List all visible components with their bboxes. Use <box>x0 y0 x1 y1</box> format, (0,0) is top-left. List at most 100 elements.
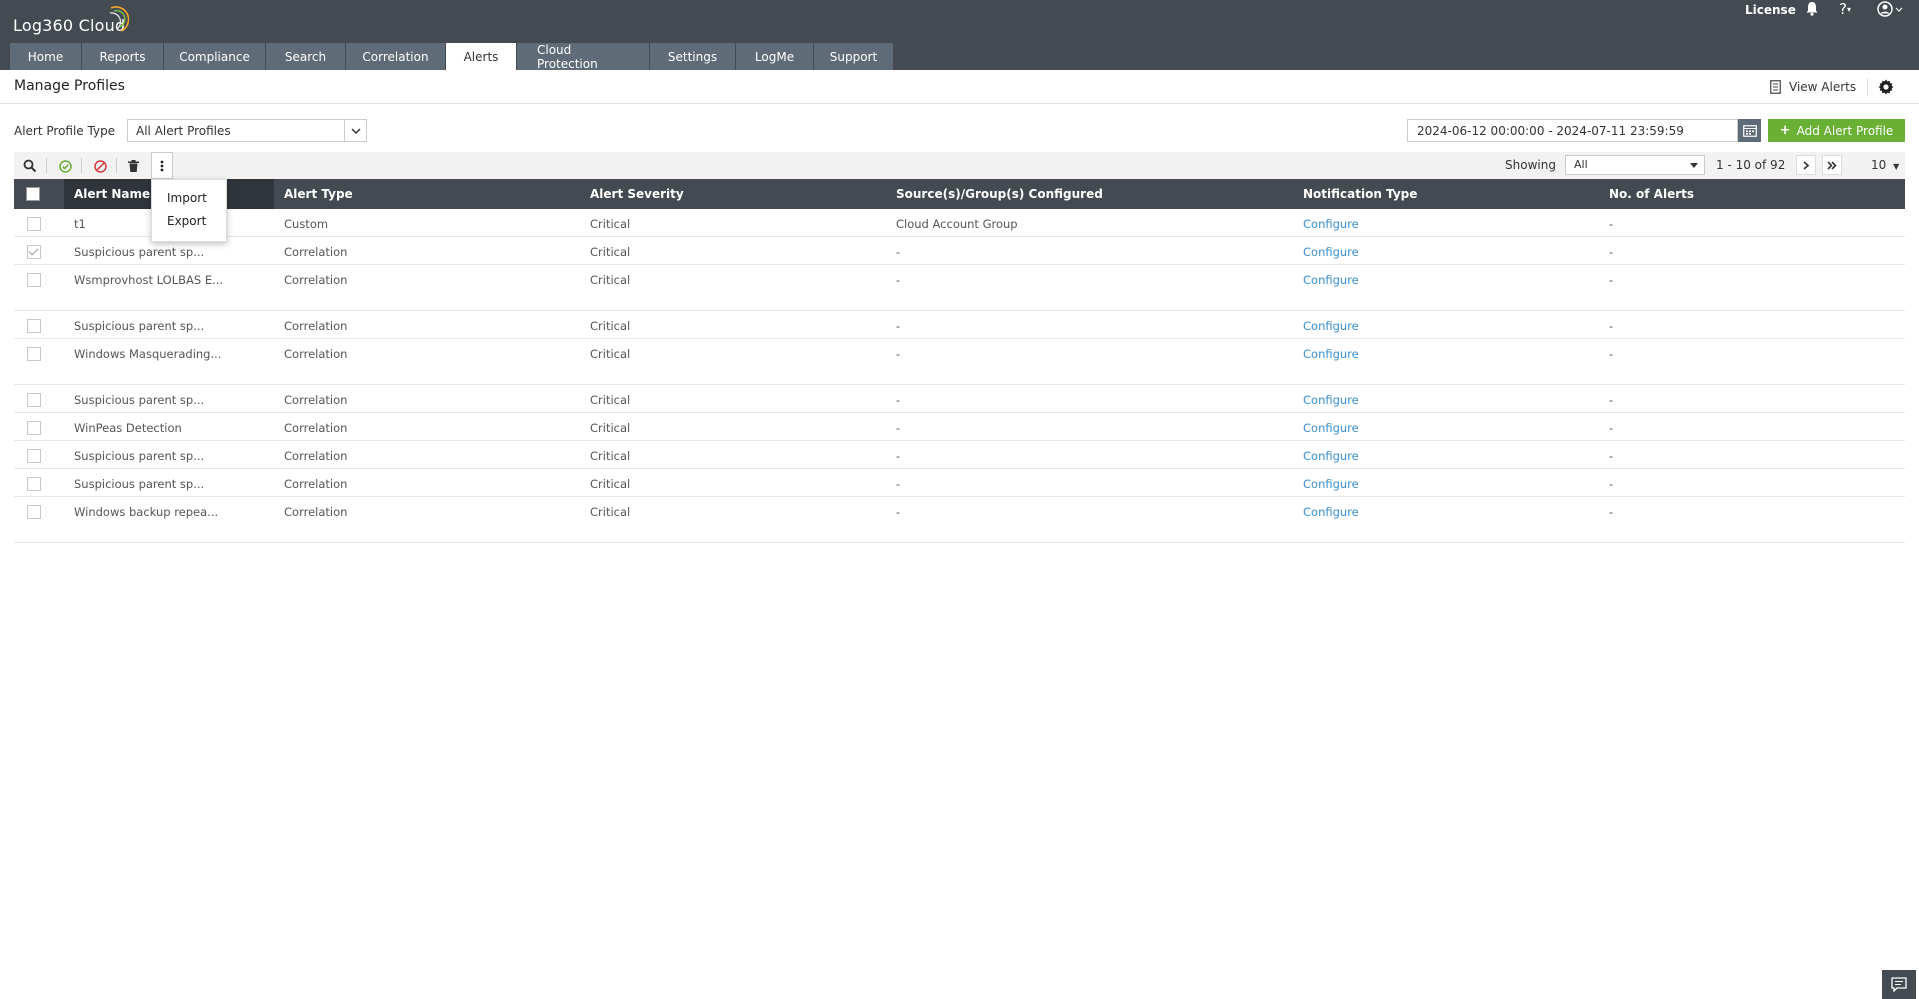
page-header: Manage Profiles View Alerts <box>0 70 1919 104</box>
row-checkbox[interactable] <box>27 421 41 435</box>
alert-name[interactable]: Suspicious parent sp... <box>74 393 204 407</box>
column-header-alert-severity[interactable]: Alert Severity <box>590 179 684 209</box>
chat-button[interactable] <box>1882 970 1916 999</box>
per-page-select[interactable]: 10 ▼ <box>1871 158 1899 172</box>
trash-icon <box>127 160 139 172</box>
configure-link[interactable]: Configure <box>1303 319 1359 333</box>
page-title: Manage Profiles <box>14 78 125 94</box>
add-alert-profile-button[interactable]: + Add Alert Profile <box>1768 119 1905 142</box>
alert-name[interactable]: Suspicious parent sp... <box>74 449 204 463</box>
row-checkbox[interactable] <box>27 217 41 231</box>
menu-item-import[interactable]: Import <box>167 191 207 205</box>
alert-name[interactable]: Suspicious parent sp... <box>74 245 204 259</box>
configure-link[interactable]: Configure <box>1303 393 1359 407</box>
row-checkbox[interactable] <box>27 347 41 361</box>
alert-name[interactable]: Wsmprovhost LOLBAS E... <box>74 273 223 287</box>
row-checkbox[interactable] <box>27 245 41 259</box>
date-range-input[interactable]: 2024-06-12 00:00:00 - 2024-07-11 23:59:5… <box>1407 119 1738 142</box>
configure-link[interactable]: Configure <box>1303 421 1359 435</box>
gear-icon[interactable] <box>1878 79 1894 95</box>
configure-link[interactable]: Configure <box>1303 505 1359 519</box>
alert-severity: Critical <box>590 449 631 463</box>
calendar-button[interactable] <box>1738 119 1761 142</box>
chevron-down-icon[interactable] <box>344 120 366 141</box>
caret-down-icon: ▼ <box>1893 162 1900 171</box>
source-configured: - <box>896 421 901 435</box>
view-alerts-button[interactable]: View Alerts <box>1770 80 1856 94</box>
notification-bell-icon[interactable] <box>1804 1 1820 17</box>
tab-reports[interactable]: Reports <box>82 43 164 70</box>
alert-name[interactable]: Suspicious parent sp... <box>74 477 204 491</box>
help-menu[interactable]: ?▾ <box>1839 0 1851 18</box>
column-header-sources[interactable]: Source(s)/Group(s) Configured <box>896 179 1103 209</box>
alert-profile-type-select[interactable]: All Alert Profiles <box>127 119 367 142</box>
row-checkbox[interactable] <box>27 273 41 287</box>
disable-button[interactable] <box>89 155 111 177</box>
configure-link[interactable]: Configure <box>1303 273 1359 287</box>
alert-type: Custom <box>284 217 329 231</box>
configure-link[interactable]: Configure <box>1303 347 1359 361</box>
source-configured: - <box>896 319 901 333</box>
more-vertical-icon <box>160 160 164 171</box>
tab-home[interactable]: Home <box>10 43 82 70</box>
alert-severity: Critical <box>590 393 631 407</box>
alert-name[interactable]: Suspicious parent sp... <box>74 319 204 333</box>
chevron-down-icon: ▾ <box>1846 5 1851 14</box>
search-filter-button[interactable] <box>19 155 41 177</box>
column-header-notification-type[interactable]: Notification Type <box>1303 179 1417 209</box>
tab-cloud-protection[interactable]: Cloud Protection <box>517 43 650 71</box>
showing-filter-select[interactable]: All <box>1565 155 1705 175</box>
column-header-label: Alert Name <box>74 187 151 201</box>
row-checkbox[interactable] <box>27 505 41 519</box>
alert-type: Correlation <box>284 449 348 463</box>
alert-severity: Critical <box>590 347 631 361</box>
tab-compliance[interactable]: Compliance <box>164 43 266 70</box>
source-configured: - <box>896 449 901 463</box>
logo-arc-icon <box>109 6 129 32</box>
search-icon <box>23 159 37 173</box>
configure-link[interactable]: Configure <box>1303 477 1359 491</box>
alert-count: - <box>1609 217 1614 231</box>
column-header-alert-count[interactable]: No. of Alerts <box>1609 179 1694 209</box>
configure-link[interactable]: Configure <box>1303 449 1359 463</box>
alert-type: Correlation <box>284 505 348 519</box>
table-row: Suspicious parent sp... Correlation Crit… <box>14 441 1905 469</box>
alert-name[interactable]: Windows backup repea... <box>74 505 218 519</box>
tab-alerts[interactable]: Alerts <box>446 43 517 70</box>
row-checkbox[interactable] <box>27 393 41 407</box>
tab-correlation[interactable]: Correlation <box>346 43 446 70</box>
row-checkbox[interactable] <box>27 449 41 463</box>
alert-type: Correlation <box>284 393 348 407</box>
tab-logme[interactable]: LogMe <box>736 43 814 70</box>
next-page-button[interactable] <box>1796 155 1816 175</box>
alert-severity: Critical <box>590 421 631 435</box>
alert-profile-type-value: All Alert Profiles <box>136 124 231 138</box>
menu-item-export[interactable]: Export <box>167 214 206 228</box>
enable-button[interactable] <box>54 155 76 177</box>
last-page-button[interactable] <box>1822 155 1842 175</box>
row-checkbox[interactable] <box>27 477 41 491</box>
alert-name[interactable]: Windows Masquerading... <box>74 347 221 361</box>
license-link[interactable]: License <box>1745 3 1796 17</box>
alert-type: Correlation <box>284 273 348 287</box>
more-options-button[interactable] <box>151 152 173 179</box>
row-checkbox[interactable] <box>27 319 41 333</box>
select-all-checkbox[interactable] <box>26 187 40 201</box>
chat-icon <box>1891 977 1907 992</box>
tab-settings[interactable]: Settings <box>650 43 736 70</box>
caret-down-icon <box>1690 163 1698 168</box>
alert-name[interactable]: t1 <box>74 217 86 231</box>
source-configured: - <box>896 245 901 259</box>
configure-link[interactable]: Configure <box>1303 245 1359 259</box>
tab-search[interactable]: Search <box>266 43 346 70</box>
tab-support[interactable]: Support <box>814 43 894 70</box>
delete-button[interactable] <box>122 155 144 177</box>
plus-icon: + <box>1779 123 1791 138</box>
alert-name[interactable]: WinPeas Detection <box>74 421 182 435</box>
column-header-alert-type[interactable]: Alert Type <box>284 179 353 209</box>
user-avatar-icon[interactable] <box>1877 1 1907 17</box>
configure-link[interactable]: Configure <box>1303 217 1359 231</box>
alert-type: Correlation <box>284 245 348 259</box>
alert-severity: Critical <box>590 273 631 287</box>
alert-severity: Critical <box>590 477 631 491</box>
